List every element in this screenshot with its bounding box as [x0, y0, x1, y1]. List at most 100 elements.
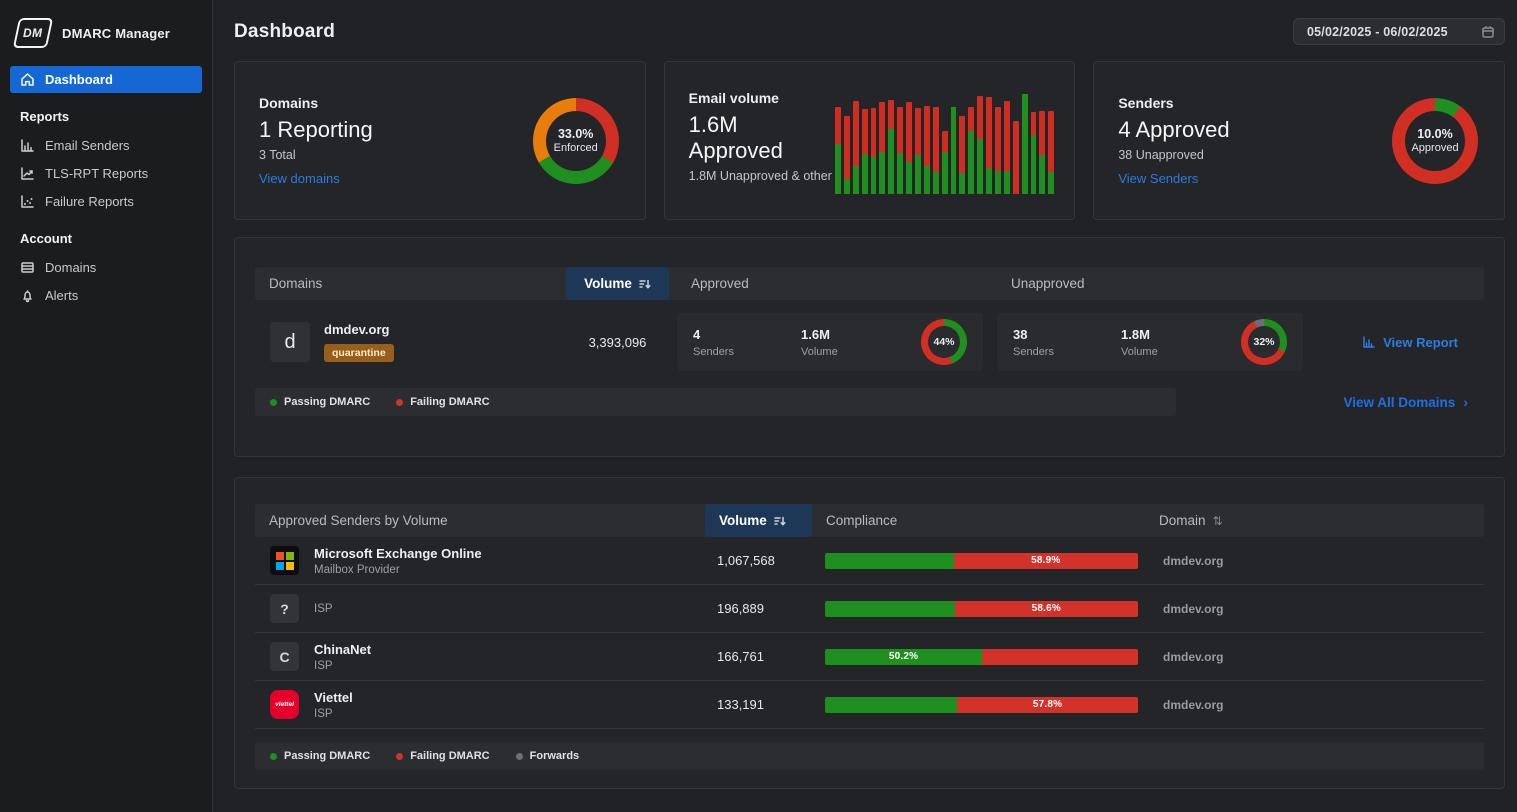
column-header-unapproved[interactable]: Unapproved: [997, 267, 1303, 300]
sidebar-item-tls-rpt-reports[interactable]: TLS-RPT Reports: [10, 160, 202, 187]
view-all-domains-link[interactable]: View All Domains›: [1344, 394, 1468, 410]
app-title: DMARC Manager: [62, 26, 170, 41]
date-range-picker[interactable]: 05/02/2025 - 06/02/2025: [1293, 18, 1505, 45]
sidebar-item-domains[interactable]: Domains: [10, 254, 202, 281]
volume-bar: [1004, 88, 1010, 194]
sidebar-item-label: Alerts: [45, 288, 78, 303]
volume-bar: [951, 88, 957, 194]
sender-domain: dmdev.org: [1145, 650, 1484, 664]
domains-total-count: 3 Total: [259, 148, 373, 162]
sender-volume: 196,889: [705, 601, 812, 616]
column-header-domain[interactable]: Domain ⇅: [1145, 504, 1484, 537]
approved-senders-count: 4 Approved: [1118, 117, 1229, 143]
sender-volume: 166,761: [705, 649, 812, 664]
view-senders-link[interactable]: View Senders: [1118, 171, 1229, 186]
stat-label: Senders: [1013, 346, 1121, 358]
unapproved-senders-value: 38: [1013, 327, 1121, 342]
volume-bar: [906, 88, 912, 194]
sender-name[interactable]: Viettel: [314, 690, 353, 705]
sidebar-item-email-senders[interactable]: Email Senders: [10, 132, 202, 159]
volume-bar: [968, 88, 974, 194]
email-volume-summary-card: Email volume 1.6M Approved 1.8M Unapprov…: [664, 61, 1076, 220]
bell-icon: [20, 288, 35, 303]
sender-volume: 1,067,568: [705, 553, 812, 568]
sender-row[interactable]: viettel Viettel ISP 133,191 57.8% dmdev.…: [255, 681, 1484, 729]
red-dot-icon: [396, 753, 403, 760]
table-icon: [20, 260, 35, 275]
volume-bar: [959, 88, 965, 194]
volume-bar: [1048, 88, 1054, 194]
approved-ratio-donut: 44%: [921, 319, 967, 365]
senders-legend: Passing DMARC Failing DMARC Forwards: [255, 742, 1484, 770]
sidebar-section-account: Account: [10, 231, 202, 246]
column-header-approved[interactable]: Approved: [677, 267, 983, 300]
sender-row[interactable]: Microsoft Exchange Online Mailbox Provid…: [255, 537, 1484, 585]
sender-type: ISP: [314, 708, 353, 720]
viettel-logo-icon: viettel: [270, 690, 299, 719]
approved-senders-value: 4: [693, 327, 801, 342]
sidebar-item-label: Email Senders: [45, 138, 130, 153]
bar-chart-icon: [20, 138, 35, 153]
green-dot-icon: [270, 753, 277, 760]
column-header-domains[interactable]: Domains: [255, 267, 566, 300]
chevron-right-icon: ›: [1463, 394, 1468, 410]
domains-reporting-count: 1 Reporting: [259, 117, 373, 143]
donut-center-value: 33.0%: [558, 127, 593, 141]
sort-desc-icon: [774, 515, 786, 527]
sidebar-item-alerts[interactable]: Alerts: [10, 282, 202, 309]
domains-panel: Domains Volume Approved Unapproved d dmd…: [234, 237, 1505, 457]
domain-avatar: d: [270, 322, 310, 362]
view-domains-link[interactable]: View domains: [259, 171, 373, 186]
unknown-sender-icon: ?: [270, 594, 299, 623]
sender-row[interactable]: C ChinaNet ISP 166,761 50.2% dmdev.org: [255, 633, 1484, 681]
unapproved-stats-box: 38 Senders 1.8M Volume 32%: [997, 313, 1303, 371]
volume-bar: [1022, 88, 1028, 194]
view-report-link[interactable]: View Report: [1362, 335, 1458, 350]
sender-row[interactable]: ? ISP 196,889 58.6% dmdev.org: [255, 585, 1484, 633]
volume-bar: [853, 88, 859, 194]
domains-summary-card: Domains 1 Reporting 3 Total View domains…: [234, 61, 646, 220]
gray-dot-icon: [516, 753, 523, 760]
donut-center-label: Enforced: [554, 142, 598, 154]
sidebar-item-label: Dashboard: [45, 72, 113, 87]
sender-domain: dmdev.org: [1145, 554, 1484, 568]
enforced-donut-chart: 33.0% Enforced: [533, 98, 619, 184]
sender-name[interactable]: Microsoft Exchange Online: [314, 546, 482, 561]
main-content: Dashboard 05/02/2025 - 06/02/2025 Domain…: [213, 0, 1517, 812]
dmarc-manager-app: DM DMARC Manager Dashboard Reports Email…: [0, 0, 1517, 812]
volume-bar: [977, 88, 983, 194]
unapproved-volume: 1.8M Unapproved & other: [689, 169, 835, 183]
legend-passing-dmarc: Passing DMARC: [270, 396, 370, 408]
senders-summary-card: Senders 4 Approved 38 Unapproved View Se…: [1093, 61, 1505, 220]
column-header-volume[interactable]: Volume: [705, 504, 812, 537]
column-header-sender[interactable]: Approved Senders by Volume: [255, 504, 705, 537]
column-header-compliance[interactable]: Compliance: [812, 504, 1145, 537]
chinanet-letter-icon: C: [270, 642, 299, 671]
senders-approved-donut-chart: 10.0% Approved: [1392, 98, 1478, 184]
approved-stats-box: 4 Senders 1.6M Volume 44%: [677, 313, 983, 371]
column-header-volume[interactable]: Volume: [566, 267, 669, 300]
red-dot-icon: [396, 399, 403, 406]
domains-table-header: Domains Volume Approved Unapproved: [255, 267, 1484, 300]
report-chart-icon: [1362, 335, 1376, 349]
donut-center-value: 32%: [1253, 336, 1274, 348]
legend-failing-dmarc: Failing DMARC: [396, 750, 489, 762]
unapproved-senders-count: 38 Unapproved: [1118, 148, 1229, 162]
policy-badge: quarantine: [324, 344, 394, 362]
donut-center-label: Approved: [1411, 142, 1458, 154]
dm-logo-icon: DM: [13, 18, 53, 48]
sidebar-item-label: TLS-RPT Reports: [45, 166, 148, 181]
page-title: Dashboard: [234, 21, 335, 43]
domain-name[interactable]: dmdev.org: [324, 322, 394, 337]
sidebar: DM DMARC Manager Dashboard Reports Email…: [0, 0, 213, 812]
microsoft-logo-icon: [270, 546, 299, 575]
sender-domain: dmdev.org: [1145, 602, 1484, 616]
volume-bar: [897, 88, 903, 194]
sidebar-item-dashboard[interactable]: Dashboard: [10, 66, 202, 93]
approved-volume-value: 1.6M: [801, 327, 909, 342]
calendar-icon: [1481, 25, 1495, 39]
sender-name[interactable]: ChinaNet: [314, 642, 371, 657]
sender-type: ISP: [314, 660, 371, 672]
sidebar-item-failure-reports[interactable]: Failure Reports: [10, 188, 202, 215]
domain-row[interactable]: d dmdev.org quarantine 3,393,096 4 Sende…: [255, 312, 1484, 372]
